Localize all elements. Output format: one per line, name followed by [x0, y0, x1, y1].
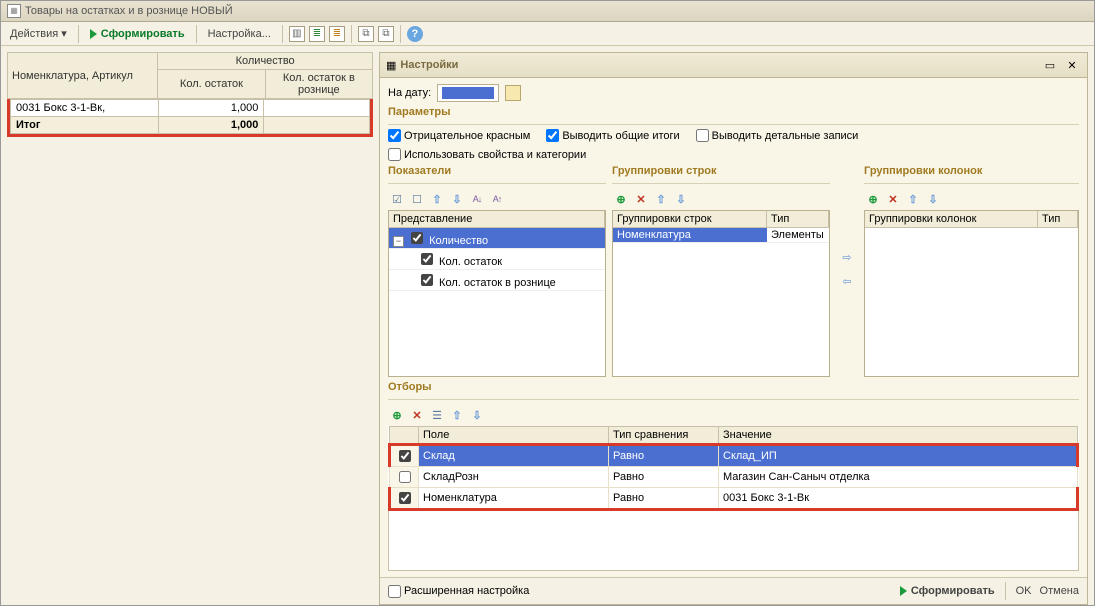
col-rest-retail[interactable]: Кол. остаток в рознице [265, 70, 372, 99]
settings-panel-title: Настройки [400, 59, 1037, 71]
report-icon: ▦ [7, 4, 21, 18]
titlebar: ▦ Товары на остатках и в рознице НОВЫЙ [1, 1, 1094, 22]
help-icon[interactable]: ? [407, 26, 423, 42]
settings-button[interactable]: Настройка... [203, 25, 276, 43]
filter-row[interactable]: СкладРознРавноМагазин Сан-Саныч отделка [390, 467, 1078, 488]
calendar-icon[interactable] [505, 85, 521, 101]
filters-table: Поле Тип сравнения Значение СкладРавноСк… [388, 426, 1079, 511]
grp-cols-del-icon[interactable]: ✕ [884, 190, 902, 208]
chk-detail[interactable]: Выводить детальные записи [696, 129, 859, 142]
footer-cancel-button[interactable]: Отмена [1040, 585, 1079, 597]
window-title: Товары на остатках и в рознице НОВЫЙ [25, 5, 233, 17]
footer-ok-button[interactable]: OK [1016, 585, 1032, 597]
filter-add-icon[interactable]: ⊕ [388, 406, 406, 424]
grp-rows-add-icon[interactable]: ⊕ [612, 190, 630, 208]
filter-row[interactable]: НоменклатураРавно0031 Бокс 3-1-Вк [390, 488, 1078, 510]
grp-row[interactable]: НоменклатураЭлементы [613, 228, 829, 243]
settings-panel: ▦ Настройки ▭ ✕ На дату: Параметры Отриц… [379, 52, 1088, 605]
indicators-down-icon[interactable]: ⇩ [448, 190, 466, 208]
grp-cols-col1[interactable]: Группировки колонок [865, 211, 1038, 227]
chart-icon[interactable]: ▥ [289, 26, 305, 42]
grp-cols-down-icon[interactable]: ⇩ [924, 190, 942, 208]
save-settings-icon[interactable]: ⧉ [358, 26, 374, 42]
grp-cols-col2[interactable]: Тип [1038, 211, 1078, 227]
filter-col-field[interactable]: Поле [419, 427, 609, 445]
grp-rows-col1[interactable]: Группировки строк [613, 211, 767, 227]
chk-props[interactable]: Использовать свойства и категории [388, 148, 586, 161]
grp-cols-up-icon[interactable]: ⇧ [904, 190, 922, 208]
section-grp-rows: Группировки строк [612, 165, 830, 177]
close-icon[interactable]: ✕ [1063, 56, 1081, 74]
report-row[interactable]: 0031 Бокс 3-1-Вк,1,000 [11, 100, 370, 117]
indicators-sort-desc-icon[interactable]: A↑ [488, 190, 506, 208]
collapse-tree-icon[interactable]: ≣ [329, 26, 345, 42]
filter-col-cmp[interactable]: Тип сравнения [609, 427, 719, 445]
indicator-item[interactable]: Кол. остаток в рознице [389, 270, 605, 291]
chk-advanced[interactable]: Расширенная настройка [388, 585, 529, 598]
date-input[interactable] [437, 84, 499, 102]
col-quantity[interactable]: Количество [158, 53, 373, 70]
total-row: Итог 1,000 [11, 117, 370, 134]
footer-bar: Расширенная настройка Сформировать OK От… [380, 577, 1087, 604]
report-table: Номенклатура, Артикул Количество Кол. ос… [7, 52, 373, 99]
grp-rows-down-icon[interactable]: ⇩ [672, 190, 690, 208]
grp-rows-del-icon[interactable]: ✕ [632, 190, 650, 208]
section-grp-cols: Группировки колонок [864, 165, 1079, 177]
grp-rows-col2[interactable]: Тип [767, 211, 829, 227]
footer-run-button[interactable]: Сформировать [900, 585, 995, 597]
app-window: ▦ Товары на остатках и в рознице НОВЫЙ Д… [0, 0, 1095, 606]
col-nomenclature[interactable]: Номенклатура, Артикул [8, 53, 158, 99]
chk-negative-red[interactable]: Отрицательное красным [388, 129, 530, 142]
settings-panel-icon: ▦ [386, 59, 396, 72]
load-settings-icon[interactable]: ⧉ [378, 26, 394, 42]
section-indicators: Показатели [388, 165, 606, 177]
filter-row[interactable]: СкладРавноСклад_ИП [390, 445, 1078, 467]
filters-empty-area[interactable] [388, 511, 1079, 571]
indicator-item[interactable]: Кол. остаток [389, 249, 605, 270]
indicators-check-all-icon[interactable]: ☑ [388, 190, 406, 208]
move-right-icon[interactable]: ⇨ [838, 248, 856, 266]
section-params: Параметры [388, 106, 1079, 118]
col-rest[interactable]: Кол. остаток [158, 70, 265, 99]
run-button[interactable]: Сформировать [85, 25, 190, 43]
grp-rows-up-icon[interactable]: ⇧ [652, 190, 670, 208]
indicator-root[interactable]: − Количество [389, 228, 605, 249]
filter-col-val[interactable]: Значение [719, 427, 1078, 445]
filter-del-icon[interactable]: ✕ [408, 406, 426, 424]
maximize-icon[interactable]: ▭ [1041, 56, 1059, 74]
date-label: На дату: [388, 87, 431, 99]
filter-list-icon[interactable]: ☰ [428, 406, 446, 424]
expand-tree-icon[interactable]: ≣ [309, 26, 325, 42]
grp-cols-add-icon[interactable]: ⊕ [864, 190, 882, 208]
main-toolbar: Действия ▾ Сформировать Настройка... ▥ ≣… [1, 22, 1094, 46]
move-left-icon[interactable]: ⇦ [838, 272, 856, 290]
indicators-uncheck-all-icon[interactable]: ☐ [408, 190, 426, 208]
indicators-up-icon[interactable]: ⇧ [428, 190, 446, 208]
chk-grand-totals[interactable]: Выводить общие итоги [546, 129, 679, 142]
filter-down-icon[interactable]: ⇩ [468, 406, 486, 424]
section-filters: Отборы [388, 381, 1079, 393]
actions-menu[interactable]: Действия ▾ [5, 24, 72, 43]
indicators-header[interactable]: Представление [389, 211, 605, 227]
filter-up-icon[interactable]: ⇧ [448, 406, 466, 424]
indicators-sort-asc-icon[interactable]: A↓ [468, 190, 486, 208]
